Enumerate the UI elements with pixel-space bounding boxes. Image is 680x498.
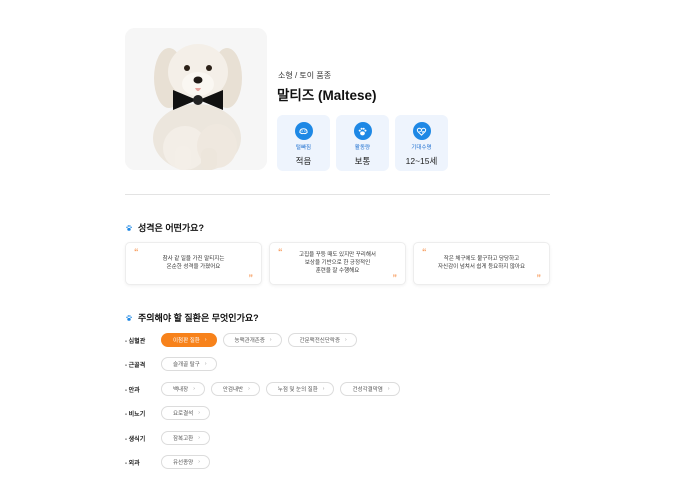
diseases-section-title: 주의해야 할 질환은 무엇인가요? <box>125 311 259 324</box>
stat-label: 털빠짐 <box>295 145 312 151</box>
disease-category-reproductive: - 생식기 잠복고환 › <box>125 431 216 445</box>
disease-chip[interactable]: 이첨판 질환 › <box>161 333 217 347</box>
personality-quote-card: “ 참사 같 일을 가진 말티지는 온순한 성격을 가졌어요 ” <box>125 242 262 285</box>
quote-text: 작은 체구에도 불구하고 당당하고 자신감이 넘쳐서 쉽게 등요하지 않아요 <box>437 256 526 270</box>
shedding-icon <box>294 122 313 140</box>
disease-chip[interactable]: 잠복고환 › <box>161 431 210 445</box>
stat-label: 활동량 <box>354 145 371 151</box>
section-divider <box>125 194 550 195</box>
chevron-right-icon: › <box>193 386 195 392</box>
breed-size-group: 소형 / 토이 품종 <box>278 71 332 80</box>
chevron-right-icon: › <box>387 386 390 392</box>
chevron-right-icon: › <box>198 435 200 441</box>
chevron-right-icon: › <box>322 386 325 392</box>
chevron-right-icon: › <box>345 337 347 343</box>
stat-value: 보통 <box>354 156 371 166</box>
disease-category-musculoskeletal: - 근골격 슬개골 탈구 › <box>125 357 223 371</box>
category-label: - 안과 <box>125 387 140 394</box>
stat-card-shedding: 털빠짐 적음 <box>277 115 330 171</box>
chevron-right-icon: › <box>198 459 200 465</box>
personality-quote-card: “ 고집을 꾸등 때도 있지만 꾸리해서 보상을 기반으로 한 긍정적인 훈련을… <box>269 242 406 285</box>
category-label: - 심혈관 <box>125 338 146 345</box>
close-quote-icon: ” <box>392 273 398 283</box>
close-quote-icon: ” <box>248 273 254 283</box>
paw-icon <box>126 314 132 321</box>
open-quote-icon: “ <box>422 247 427 257</box>
disease-category-urinary: - 비뇨기 요로결석 › <box>125 406 216 420</box>
chevron-right-icon: › <box>248 386 250 392</box>
disease-chip[interactable]: 누점 및 눈의 질환 › <box>265 382 335 396</box>
category-label: - 생식기 <box>125 436 146 443</box>
open-quote-icon: “ <box>134 247 139 257</box>
quote-text: 고집을 꾸등 때도 있지만 꾸리해서 보상을 기반으로 한 긍정적인 훈련을 잘… <box>299 252 376 274</box>
chevron-right-icon: › <box>198 410 200 416</box>
heart-lifespan-icon <box>412 122 431 140</box>
close-quote-icon: ” <box>536 273 542 283</box>
disease-chip[interactable]: 슬개골 탈구 › <box>161 357 217 371</box>
breed-photo <box>125 28 267 170</box>
disease-category-cardiovascular: - 심혈관 이첨판 질환 › 농맥관개존증 › 간문맥전신단락증 › <box>125 333 363 347</box>
stat-value: 12~15세 <box>405 156 438 166</box>
disease-chip[interactable]: 농맥관개존증 › <box>222 333 282 347</box>
stat-card-lifespan: 기대수명 12~15세 <box>395 115 448 171</box>
personality-section-title: 성격은 어떤가요? <box>125 221 204 234</box>
disease-category-ophthalmology: - 안과 백내장 › 안검내반 › 누점 및 눈의 질환 › 건성각결막염 › <box>125 382 406 396</box>
stat-value: 적음 <box>295 156 312 166</box>
disease-chip[interactable]: 백내장 › <box>161 382 205 396</box>
stat-card-activity: 활동량 보통 <box>336 115 389 171</box>
paw-icon <box>126 224 132 231</box>
breed-name: 말티즈 (Maltese) <box>277 88 377 103</box>
section-title-text: 성격은 어떤가요? <box>138 223 204 233</box>
chevron-right-icon: › <box>204 361 207 367</box>
category-label: - 비뇨기 <box>125 411 146 418</box>
category-label: - 근골격 <box>125 362 146 369</box>
disease-chip[interactable]: 요로결석 › <box>161 406 210 420</box>
disease-chip[interactable]: 건성각결막염 › <box>340 382 400 396</box>
chevron-right-icon: › <box>269 337 272 343</box>
stat-label: 기대수명 <box>411 145 432 151</box>
open-quote-icon: “ <box>278 247 283 257</box>
category-label: - 외과 <box>125 460 140 467</box>
disease-chip[interactable]: 안검내반 › <box>210 382 260 396</box>
quote-text: 참사 같 일을 가진 말티지는 온순한 성격을 가졌어요 <box>162 256 225 270</box>
section-title-text: 주의해야 할 질환은 무엇인가요? <box>138 313 259 323</box>
personality-quote-card: “ 작은 체구에도 불구하고 당당하고 자신감이 넘쳐서 쉽게 등요하지 않아요… <box>413 242 550 285</box>
disease-chip[interactable]: 간문맥전신단락증 › <box>287 333 357 347</box>
disease-category-surgical: - 외과 유선종양 › <box>125 455 216 469</box>
paw-activity-icon <box>353 122 372 140</box>
chevron-right-icon: › <box>204 337 207 343</box>
disease-chip[interactable]: 유선종양 › <box>161 455 210 469</box>
